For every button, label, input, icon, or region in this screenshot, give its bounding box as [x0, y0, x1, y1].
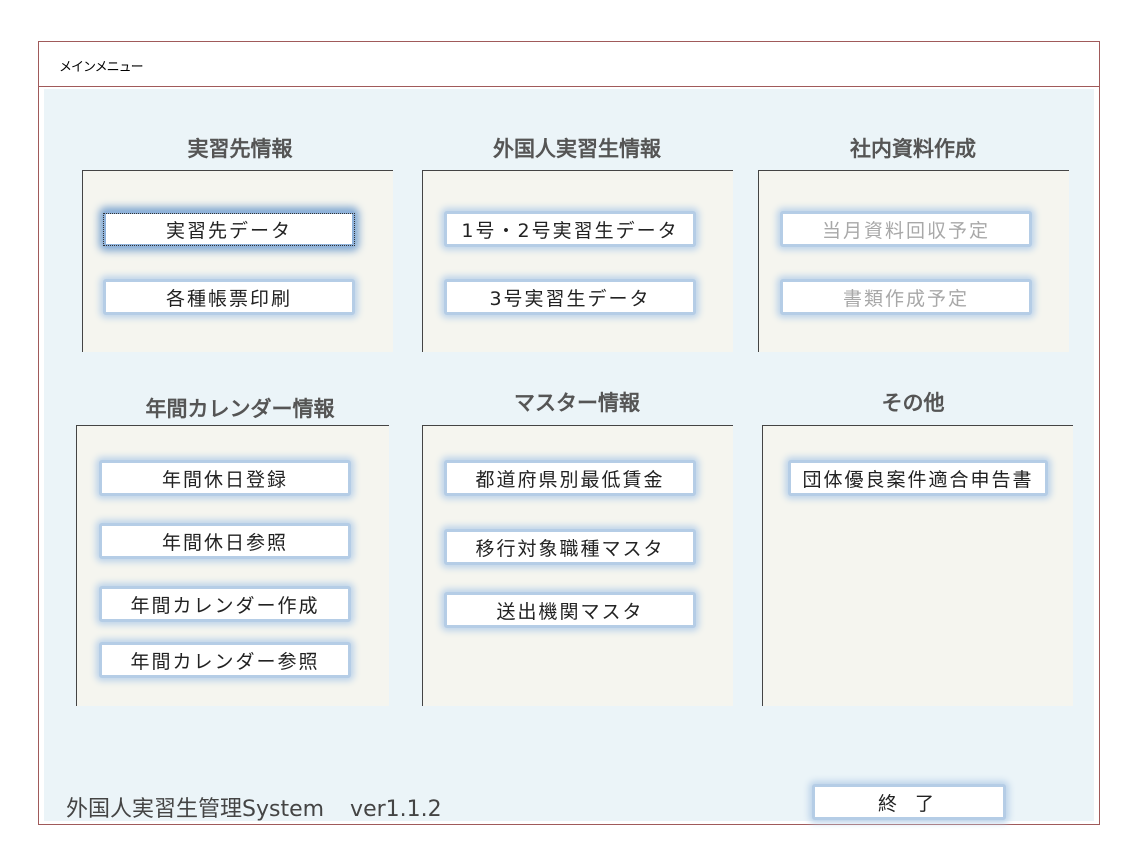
menu-body: 実習先情報 外国人実習生情報 社内資料作成 実習先データ 各種帳票印刷 1号・2… [44, 89, 1094, 823]
section-title-shanai: 社内資料作成 [850, 136, 976, 161]
trainee-3-data-button[interactable]: 3号実習生データ [444, 279, 696, 315]
jisshusaki-data-label: 実習先データ [103, 212, 355, 246]
document-creation-schedule-button[interactable]: 書類作成予定 [780, 279, 1032, 315]
transition-occupation-master-button[interactable]: 移行対象職種マスタ [444, 529, 696, 565]
section-title-calendar: 年間カレンダー情報 [145, 396, 335, 421]
panel-gaikokujin: 1号・2号実習生データ 3号実習生データ [422, 170, 733, 352]
monthly-collection-schedule-button[interactable]: 当月資料回収予定 [780, 211, 1032, 247]
forms-print-button[interactable]: 各種帳票印刷 [103, 279, 355, 315]
form-tab[interactable]: メインメニュー [39, 42, 1099, 87]
app-title: 外国人実習生管理System ver1.1.2 [66, 791, 442, 823]
trainee-1-2-data-button[interactable]: 1号・2号実習生データ [444, 211, 696, 247]
minimum-wage-by-prefecture-button[interactable]: 都道府県別最低賃金 [444, 460, 696, 496]
jisshusaki-data-button[interactable]: 実習先データ [103, 211, 355, 247]
section-title-gaikokujin: 外国人実習生情報 [493, 136, 661, 161]
panel-master: 都道府県別最低賃金 移行対象職種マスタ 送出機関マスタ [422, 425, 733, 706]
panel-jisshusaki: 実習先データ 各種帳票印刷 [82, 170, 393, 352]
panel-other: 団体優良案件適合申告書 [762, 425, 1073, 706]
annual-calendar-create-button[interactable]: 年間カレンダー作成 [99, 586, 351, 622]
sending-organization-master-button[interactable]: 送出機関マスタ [444, 592, 696, 628]
section-title-jisshusaki: 実習先情報 [187, 136, 293, 161]
excellent-org-declaration-button[interactable]: 団体優良案件適合申告書 [788, 460, 1048, 496]
app-name: 外国人実習生管理System [66, 797, 325, 822]
annual-holiday-view-button[interactable]: 年間休日参照 [99, 523, 351, 559]
annual-holiday-register-button[interactable]: 年間休日登録 [99, 460, 351, 496]
section-title-other: その他 [881, 390, 945, 415]
annual-calendar-view-button[interactable]: 年間カレンダー参照 [99, 642, 351, 678]
app-version: ver1.1.2 [350, 797, 442, 822]
form-tab-title: メインメニュー [59, 60, 144, 75]
panel-shanai: 当月資料回収予定 書類作成予定 [758, 170, 1069, 352]
section-title-master: マスター情報 [514, 390, 640, 415]
panel-calendar: 年間休日登録 年間休日参照 年間カレンダー作成 年間カレンダー参照 [76, 425, 389, 706]
main-menu-form: メインメニュー 実習先情報 外国人実習生情報 社内資料作成 実習先データ 各種帳… [38, 41, 1100, 825]
exit-button[interactable]: 終 了 [812, 784, 1006, 820]
